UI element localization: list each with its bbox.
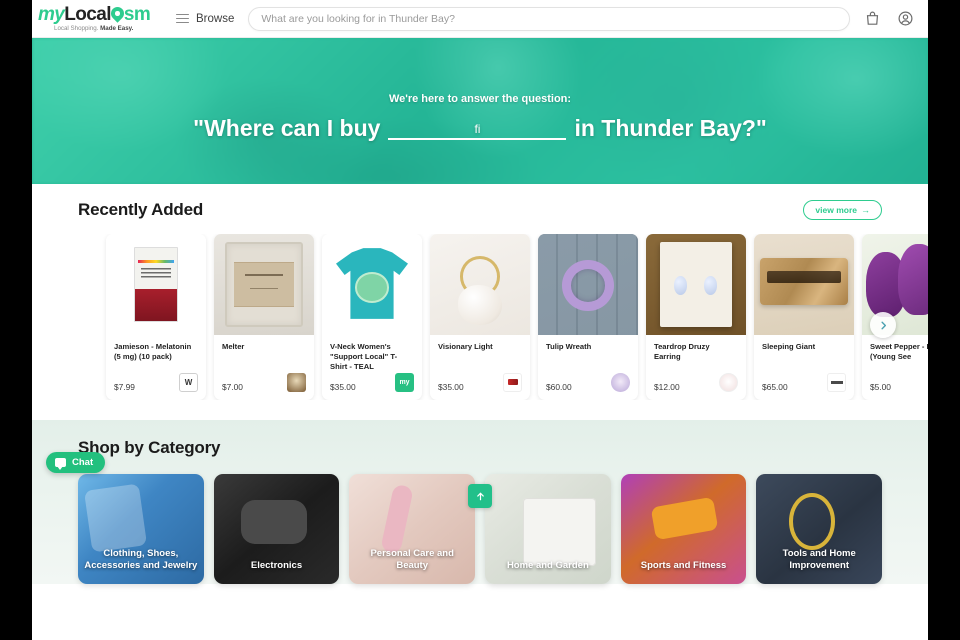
vendor-badge-icon [611, 372, 630, 392]
product-image-art [106, 234, 206, 335]
product-image [538, 234, 638, 335]
product-image [322, 234, 422, 335]
product-image-art [322, 234, 422, 335]
product-price: $35.00 [438, 381, 464, 392]
category-card[interactable]: Tools and Home Improvement [756, 473, 883, 584]
category-card[interactable]: Home and Garden [485, 473, 611, 584]
product-price: $7.99 [114, 381, 135, 392]
product-name: V-Neck Women's "Support Local" T-Shirt -… [330, 342, 398, 372]
product-image [646, 234, 746, 335]
category-card[interactable]: Electronics [213, 473, 340, 584]
hero-banner: We're here to answer the question: "Wher… [32, 38, 928, 184]
vendor-badge-icon [827, 372, 846, 392]
search-input[interactable] [261, 12, 837, 25]
vendor-badge-icon: W [179, 372, 198, 392]
product-image-art [430, 234, 530, 335]
product-card[interactable]: Melter $7.00 [214, 234, 314, 400]
shopping-bag-icon[interactable] [864, 10, 881, 27]
hero-blank-field: fi [388, 122, 567, 140]
category-card[interactable]: Clothing, Shoes, Accessories and Jewelry [78, 473, 204, 584]
product-name: Melter [222, 342, 245, 351]
product-card[interactable]: Visionary Light $35.00 [430, 234, 530, 400]
category-label: Home and Garden [506, 559, 589, 571]
product-image-art [214, 234, 314, 335]
site-header: myLocal sm Local Shopping. Made Easy. Bro… [32, 0, 928, 38]
product-card[interactable]: V-Neck Women's "Support Local" T-Shirt -… [322, 234, 422, 400]
product-name: Tulip Wreath [546, 342, 592, 351]
carousel-next-button[interactable] [870, 312, 896, 338]
hamburger-menu-icon [176, 13, 189, 24]
shop-by-category-title: Shop by Category [78, 437, 221, 457]
recently-added-title: Recently Added [78, 200, 204, 219]
vendor-badge-icon [503, 372, 522, 392]
vendor-badge-icon [287, 372, 306, 392]
product-image-art [538, 234, 638, 335]
hero-title: "Where can I buy fi in Thunder Bay?" [193, 115, 767, 143]
product-image [106, 234, 206, 335]
site-logo[interactable]: myLocal sm Local Shopping. Made Easy. [38, 5, 166, 33]
product-card[interactable]: Jamieson - Melatonin (5 mg) (10 pack) $7.… [106, 234, 206, 400]
product-image [754, 234, 854, 335]
browse-menu-button[interactable]: Browse [176, 13, 234, 25]
product-image [430, 234, 530, 335]
vendor-badge-icon [719, 372, 738, 392]
product-card[interactable]: Tulip Wreath $60.00 [538, 234, 638, 400]
category-label: Electronics [250, 559, 303, 571]
product-price: $35.00 [330, 381, 356, 392]
product-card[interactable]: Sleeping Giant $65.00 [754, 234, 854, 400]
product-carousel-wrapper: Jamieson - Melatonin (5 mg) (10 pack) $7.… [32, 234, 928, 420]
product-card[interactable]: Teardrop Druzy Earring $12.00 [646, 234, 746, 400]
logo-tagline-2: Made Easy. [100, 25, 134, 33]
location-pin-icon [111, 7, 124, 22]
logo-main-text: Local [64, 3, 111, 25]
view-more-button[interactable]: view more → [803, 200, 882, 220]
product-price: $5.00 [870, 381, 891, 392]
product-price: $7.00 [222, 381, 243, 392]
chat-bubble-icon [55, 458, 66, 470]
logo-suffix: sm [123, 3, 151, 25]
arrow-right-icon: → [861, 205, 870, 215]
logo-prefix: my [38, 3, 65, 25]
logo-tagline: Local Shopping. Made Easy. [38, 25, 166, 32]
view-more-label: view more [815, 205, 857, 215]
product-image [214, 234, 314, 335]
product-price: $60.00 [546, 381, 572, 392]
vendor-badge-icon: my [395, 372, 414, 392]
category-label: Sports and Fitness [640, 559, 727, 571]
category-label: Clothing, Shoes, Accessories and Jewelry [84, 547, 198, 571]
scroll-to-top-button[interactable] [468, 484, 492, 508]
product-image-art [754, 234, 854, 335]
header-actions [850, 10, 914, 27]
chat-widget-button[interactable]: Chat [46, 452, 106, 473]
hero-subtitle: We're here to answer the question: [388, 93, 572, 105]
hero-title-after: in Thunder Bay?" [574, 115, 767, 141]
category-label: Personal Care and Beauty [370, 547, 454, 571]
product-name: Sleeping Giant [762, 342, 816, 351]
product-name: Sweet Pepper - Bell (Young See [870, 342, 928, 362]
category-grid: Clothing, Shoes, Accessories and Jewelry… [32, 458, 928, 584]
product-price: $12.00 [654, 381, 680, 392]
browser-viewport: myLocal sm Local Shopping. Made Easy. Bro… [32, 0, 928, 640]
user-account-icon[interactable] [897, 10, 914, 27]
logo-tagline-1: Local Shopping. [54, 25, 99, 33]
category-label: Tools and Home Improvement [782, 547, 856, 571]
product-name: Jamieson - Melatonin (5 mg) (10 pack) [114, 342, 192, 362]
category-card[interactable]: Personal Care and Beauty [349, 473, 476, 584]
product-image-art [646, 234, 746, 335]
logo-wordmark: myLocal sm [38, 5, 166, 24]
hero-title-before: "Where can I buy [193, 115, 381, 141]
search-bar[interactable] [248, 6, 850, 31]
product-carousel[interactable]: Jamieson - Melatonin (5 mg) (10 pack) $7.… [32, 234, 928, 400]
category-card[interactable]: Sports and Fitness [620, 473, 747, 584]
chat-label: Chat [72, 457, 94, 468]
product-name: Teardrop Druzy Earring [654, 342, 710, 362]
browse-label: Browse [196, 12, 235, 25]
product-price: $65.00 [762, 381, 788, 392]
recently-added-section: Recently Added view more → Jamieson - Me… [32, 184, 928, 420]
product-name: Visionary Light [438, 342, 493, 351]
